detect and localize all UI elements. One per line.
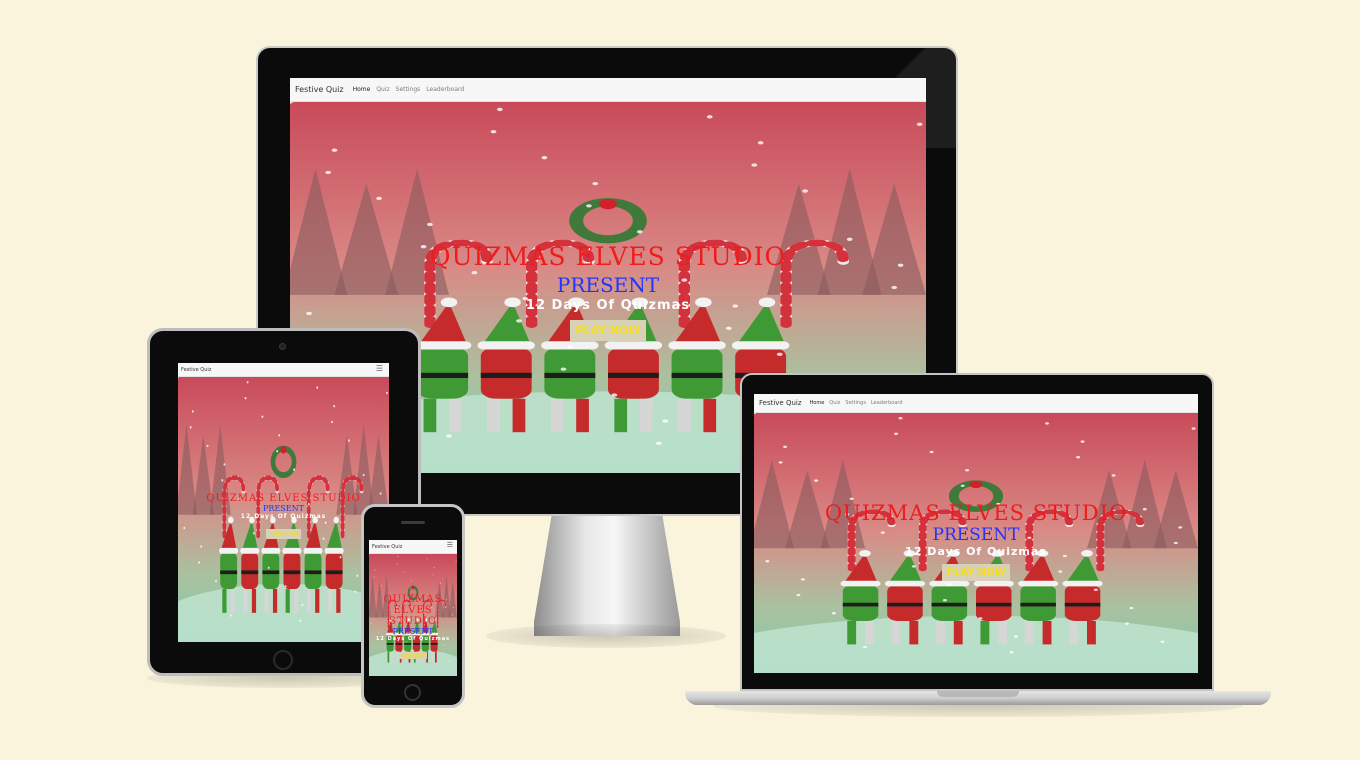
nav-settings[interactable]: Settings: [845, 400, 866, 406]
laptop: Festive Quiz Home Quiz Settings Leaderbo…: [683, 373, 1273, 717]
nav-quiz[interactable]: Quiz: [376, 86, 389, 93]
hero-title: QUIZMAS ELVES STUDIO: [429, 242, 787, 271]
phone-home-button[interactable]: [404, 684, 421, 701]
tablet-screen: Festive Quiz ☰ QUIZMAS ELVES STUDIO PRES…: [178, 363, 389, 642]
nav-home[interactable]: Home: [353, 86, 371, 93]
navbar: Festive Quiz Home Quiz Settings Leaderbo…: [290, 78, 926, 102]
brand-logo[interactable]: Festive Quiz: [181, 367, 211, 373]
hero-subtitle: 12 Days Of Quizmas: [240, 513, 327, 520]
hero-present: PRESENT: [932, 525, 1020, 545]
play-now-button[interactable]: PLAY NOW: [570, 320, 646, 341]
play-now-button[interactable]: PLAY NOW: [942, 564, 1010, 581]
hero-title: QUIZMAS ELVES STUDIO: [824, 501, 1128, 525]
nav-settings[interactable]: Settings: [396, 86, 421, 93]
tablet-camera: [279, 343, 286, 350]
nav-leaderboard[interactable]: Leaderboard: [871, 400, 903, 406]
hero-subtitle: 12 Days Of Quizmas: [375, 636, 451, 642]
monitor-stand: [534, 516, 680, 636]
hamburger-icon[interactable]: ☰: [376, 364, 383, 373]
play-now-button[interactable]: PLAY NOW: [399, 652, 427, 659]
brand-logo[interactable]: Festive Quiz: [372, 544, 402, 550]
nav-home[interactable]: Home: [810, 400, 825, 406]
hero-subtitle: 12 Days Of Quizmas: [525, 298, 691, 313]
navbar: Festive Quiz ☰: [178, 363, 389, 377]
navbar: Festive Quiz ☰: [369, 540, 457, 554]
laptop-notch: [937, 691, 1019, 697]
hero-present: PRESENT: [556, 273, 660, 297]
brand-logo[interactable]: Festive Quiz: [759, 399, 802, 407]
hero-section: QUIZMAS ELVES STUDIO PRESENT 12 Days Of …: [754, 413, 1198, 673]
phone-speaker: [401, 521, 425, 524]
hero-present: PRESENT: [392, 627, 434, 636]
tablet-home-button[interactable]: [273, 650, 293, 670]
phone: Festive Quiz ☰ QUIZMAS ELVES STUDIO PRES…: [361, 504, 465, 708]
hero-section: QUIZMAS ELVES STUDIO PRESENT 12 Days Of …: [369, 554, 457, 676]
brand-logo[interactable]: Festive Quiz: [295, 85, 344, 94]
hero-section: QUIZMAS ELVES STUDIO PRESENT 12 Days Of …: [178, 377, 389, 642]
nav-quiz[interactable]: Quiz: [829, 400, 840, 406]
hero-present: PRESENT: [263, 504, 304, 513]
phone-screen: Festive Quiz ☰ QUIZMAS ELVES STUDIO PRES…: [369, 540, 457, 676]
hero-title: QUIZMAS ELVES STUDIO: [206, 493, 361, 504]
navbar: Festive Quiz Home Quiz Settings Leaderbo…: [754, 394, 1198, 413]
hamburger-icon[interactable]: ☰: [447, 541, 453, 549]
hero-subtitle: 12 Days Of Quizmas: [905, 545, 1047, 558]
play-now-button[interactable]: PLAY NOW: [265, 529, 302, 539]
laptop-screen: Festive Quiz Home Quiz Settings Leaderbo…: [754, 394, 1198, 673]
nav-leaderboard[interactable]: Leaderboard: [426, 86, 464, 93]
hero-title: QUIZMAS ELVES STUDIO: [383, 594, 443, 627]
